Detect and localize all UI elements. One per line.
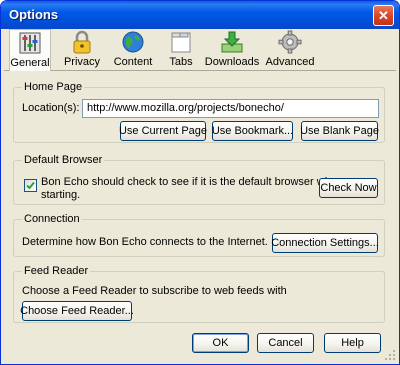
close-icon: ✕ (378, 7, 389, 23)
tab-privacy-label: Privacy (63, 56, 101, 68)
feed-reader-description: Choose a Feed Reader to subscribe to web… (22, 285, 287, 297)
use-current-page-button[interactable]: Use Current Page (119, 121, 207, 141)
pane-toolbar: General Privacy Content Tabs Downloads A… (4, 29, 396, 71)
gear-icon (278, 30, 302, 54)
tab-tabs[interactable]: Tabs (160, 29, 202, 71)
tab-downloads-label: Downloads (204, 56, 260, 68)
connection-legend: Connection (22, 213, 82, 225)
download-icon (221, 31, 243, 53)
connection-group: Connection Determine how Bon Echo connec… (13, 213, 385, 257)
connection-settings-button[interactable]: Connection Settings... (271, 233, 379, 253)
cancel-button[interactable]: Cancel (257, 333, 314, 353)
default-browser-checkbox[interactable] (24, 179, 37, 192)
tab-privacy[interactable]: Privacy (59, 29, 105, 71)
tab-general-label: General (10, 57, 50, 69)
check-now-button[interactable]: Check Now (319, 178, 378, 198)
default-browser-group: Default Browser Bon Echo should check to… (13, 154, 385, 205)
resize-grip-icon[interactable] (384, 349, 396, 361)
default-browser-text-line2: starting. (41, 189, 81, 201)
tabs-icon (171, 32, 191, 53)
window-title: Options (9, 7, 59, 22)
options-dialog: Options ✕ General Privacy Content Tabs D… (0, 0, 400, 365)
help-button[interactable]: Help (324, 333, 381, 353)
ok-button[interactable]: OK (192, 333, 249, 353)
home-page-group: Home Page Location(s): http://www.mozill… (13, 81, 385, 143)
home-page-legend: Home Page (22, 81, 85, 93)
tab-content[interactable]: Content (110, 29, 156, 71)
tab-downloads[interactable]: Downloads (205, 29, 259, 71)
choose-feed-reader-button[interactable]: Choose Feed Reader... (20, 301, 134, 321)
title-bar[interactable]: Options ✕ (1, 1, 399, 29)
tab-advanced[interactable]: Advanced (264, 29, 316, 71)
default-browser-legend: Default Browser (22, 154, 105, 166)
feed-reader-legend: Feed Reader (22, 265, 91, 277)
lock-icon (73, 30, 91, 54)
tab-general[interactable]: General (9, 29, 51, 71)
feed-reader-group: Feed Reader Choose a Feed Reader to subs… (13, 265, 385, 323)
tab-content-label: Content (113, 56, 153, 68)
close-button[interactable]: ✕ (373, 5, 394, 26)
connection-description: Determine how Bon Echo connects to the I… (22, 236, 268, 248)
use-bookmark-button[interactable]: Use Bookmark... (212, 121, 293, 141)
globe-icon (122, 31, 144, 53)
location-label: Location(s): (22, 102, 80, 114)
location-input[interactable]: http://www.mozilla.org/projects/bonecho/ (82, 99, 379, 118)
default-browser-text-line1: Bon Echo should check to see if it is th… (41, 176, 344, 188)
tab-advanced-label: Advanced (265, 56, 315, 68)
checkmark-icon (26, 181, 35, 190)
general-icon (19, 32, 41, 54)
tab-tabs-label: Tabs (169, 56, 193, 68)
use-blank-page-button[interactable]: Use Blank Page (300, 121, 379, 141)
